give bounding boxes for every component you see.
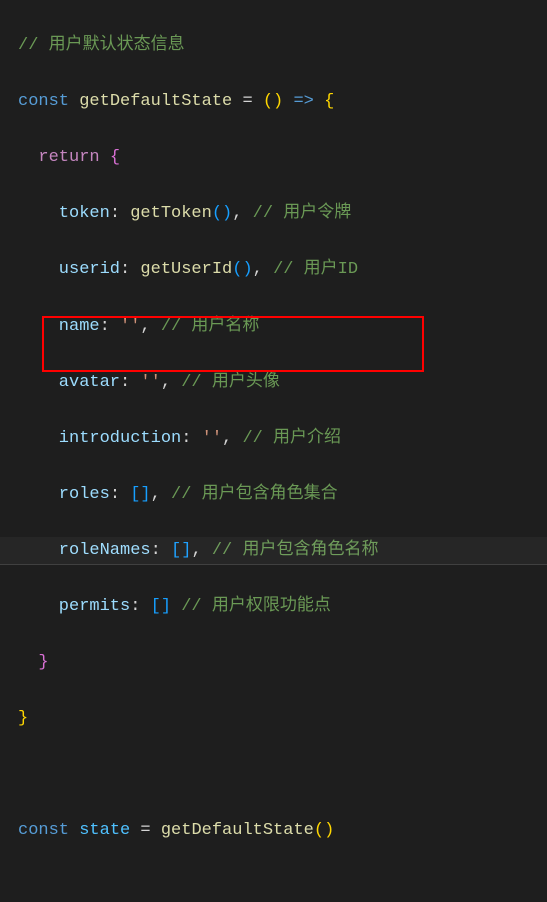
brace: }	[18, 709, 28, 728]
call: getDefaultState	[161, 821, 314, 840]
code-line: return {	[18, 144, 547, 172]
comment: // 用户ID	[273, 260, 358, 279]
variable: state	[79, 821, 130, 840]
prop: userid	[59, 260, 120, 279]
comment: // 用户包含角色名称	[212, 541, 379, 560]
prop: permits	[59, 597, 130, 616]
string: ''	[120, 317, 140, 336]
comment: // 用户名称	[161, 317, 260, 336]
code-line: name: '', // 用户名称	[18, 313, 547, 341]
comment: // 用户头像	[181, 373, 280, 392]
paren: ()	[263, 92, 283, 111]
code-line: avatar: '', // 用户头像	[18, 369, 547, 397]
prop: token	[59, 204, 110, 223]
code-line: roles: [], // 用户包含角色集合	[18, 481, 547, 509]
string: ''	[140, 373, 160, 392]
keyword-const: const	[18, 92, 69, 111]
prop: name	[59, 317, 100, 336]
comment: // 用户介绍	[242, 429, 341, 448]
prop: introduction	[59, 429, 181, 448]
brace: }	[38, 653, 48, 672]
code-line: const state = getDefaultState()	[18, 817, 547, 845]
code-line: introduction: '', // 用户介绍	[18, 425, 547, 453]
code-line: const getDefaultState = () => {	[18, 88, 547, 116]
prop: avatar	[59, 373, 120, 392]
code-line: // 用户默认状态信息	[18, 32, 547, 60]
string: ''	[202, 429, 222, 448]
comment: // 用户令牌	[253, 204, 352, 223]
operator: =	[232, 92, 263, 111]
prop: roles	[59, 485, 110, 504]
keyword-return: return	[38, 148, 99, 167]
code-line	[18, 761, 547, 789]
code-line: userid: getUserId(), // 用户ID	[18, 256, 547, 284]
brace: {	[324, 92, 334, 111]
code-line: token: getToken(), // 用户令牌	[18, 200, 547, 228]
keyword-const: const	[18, 821, 69, 840]
comment: // 用户权限功能点	[181, 597, 331, 616]
code-line: }	[18, 649, 547, 677]
arrow: =>	[283, 92, 324, 111]
code-line: }	[18, 705, 547, 733]
code-line-active: roleNames: [], // 用户包含角色名称	[18, 537, 547, 565]
brace: {	[110, 148, 120, 167]
comment: // 用户默认状态信息	[18, 36, 185, 55]
comment: // 用户包含角色集合	[171, 485, 338, 504]
prop: roleNames	[59, 541, 151, 560]
code-editor[interactable]: // 用户默认状态信息 const getDefaultState = () =…	[0, 4, 547, 902]
call: getUserId	[140, 260, 232, 279]
call: getToken	[130, 204, 212, 223]
code-line: permits: [] // 用户权限功能点	[18, 593, 547, 621]
function-name: getDefaultState	[79, 92, 232, 111]
